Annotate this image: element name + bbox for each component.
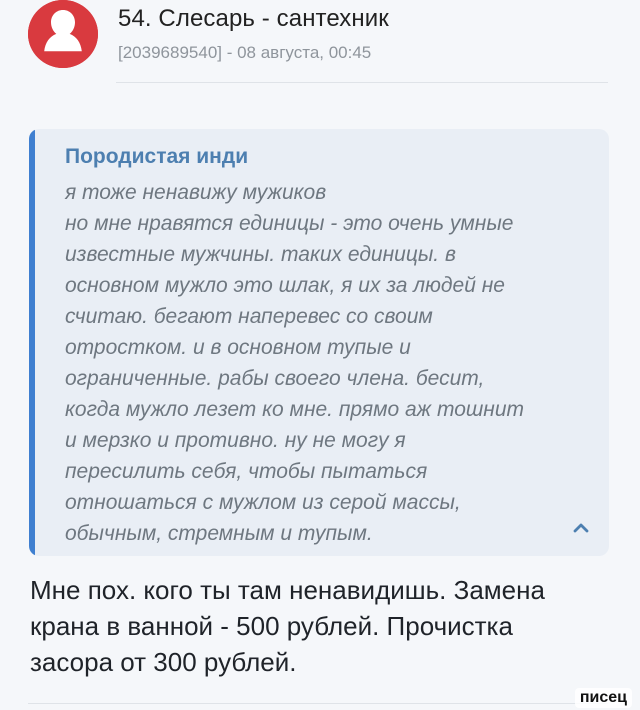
reply-text: Мне пох. кого ты там ненавидишь. Замена … <box>30 575 545 677</box>
watermark: писец <box>574 688 632 708</box>
quote-text: я тоже ненавижу мужиков но мне нравятся … <box>65 181 525 545</box>
chevron-up-icon[interactable] <box>569 516 593 540</box>
quote-author[interactable]: Породистая инди <box>65 145 248 169</box>
post-meta: [2039689540] - 08 августа, 00:45 <box>118 43 372 62</box>
user-silhouette-icon <box>28 0 98 68</box>
quote-accent-bar <box>29 129 35 556</box>
post-author[interactable]: 54. Слесарь - сантехник <box>118 5 389 33</box>
footer-divider <box>28 703 608 704</box>
quoted-message: Породистая инди я тоже ненавижу мужиков … <box>29 129 609 556</box>
avatar[interactable] <box>28 0 98 68</box>
header-divider <box>116 82 608 83</box>
post: 54. Слесарь - сантехник [2039689540] - 0… <box>0 0 640 710</box>
